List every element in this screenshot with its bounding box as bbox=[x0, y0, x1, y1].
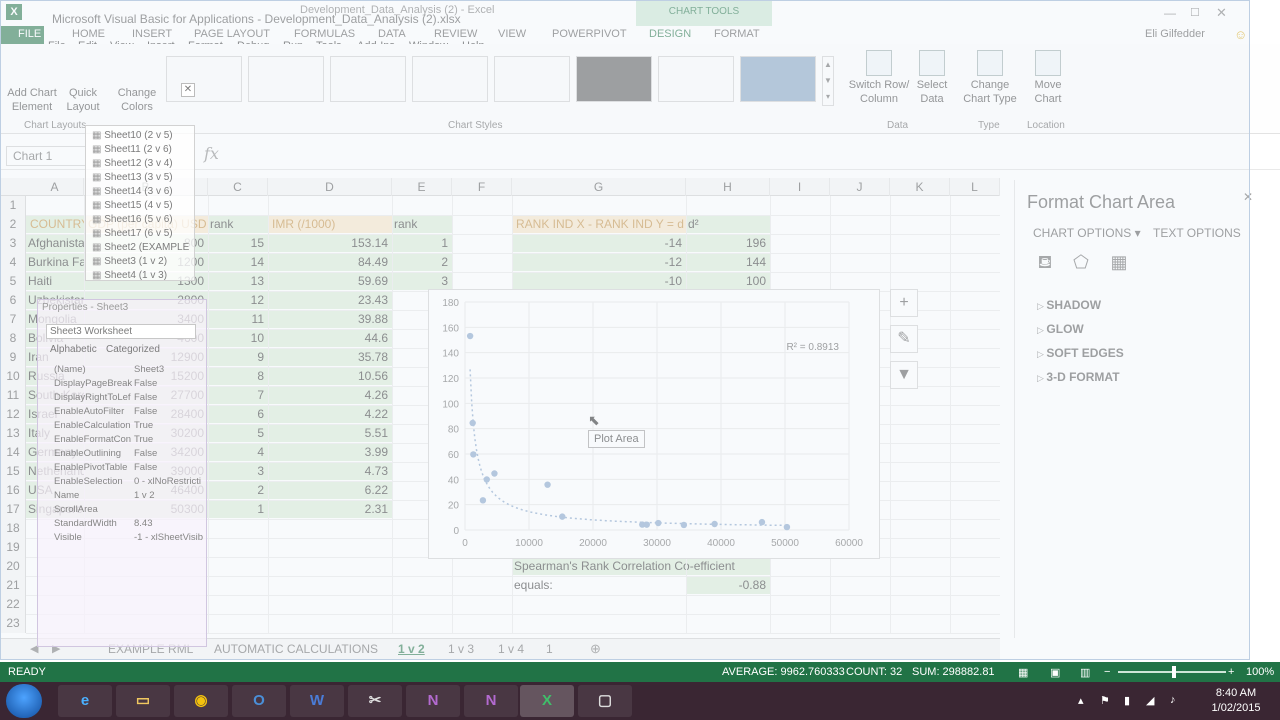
property-value[interactable]: False bbox=[134, 462, 157, 473]
property-name[interactable]: EnablePivotTable bbox=[54, 462, 127, 473]
project-item[interactable]: Sheet17 (6 v 5) bbox=[92, 228, 172, 239]
property-name[interactable]: EnableOutlining bbox=[54, 448, 121, 459]
props-tab-alphabetic[interactable]: Alphabetic bbox=[50, 344, 97, 355]
project-item[interactable]: Sheet10 (2 v 5) bbox=[92, 130, 172, 141]
property-name[interactable]: EnableCalculation bbox=[54, 420, 131, 431]
property-name[interactable]: StandardWidth bbox=[54, 518, 117, 529]
project-item[interactable]: Sheet12 (3 v 4) bbox=[92, 158, 172, 169]
taskbar-chrome-icon[interactable]: ◉ bbox=[174, 685, 228, 717]
property-value[interactable]: False bbox=[134, 448, 157, 459]
tray-volume-icon[interactable]: ♪ bbox=[1170, 694, 1176, 706]
property-value[interactable]: False bbox=[134, 378, 157, 389]
project-item[interactable]: Sheet11 (2 v 6) bbox=[92, 144, 172, 155]
property-name[interactable]: ScrollArea bbox=[54, 504, 98, 515]
property-value[interactable]: -1 - xlSheetVisib bbox=[134, 532, 203, 543]
property-name[interactable]: Name bbox=[54, 490, 79, 501]
status-sum: SUM: 298882.81 bbox=[912, 666, 995, 678]
project-item[interactable]: Sheet2 (EXAMPLE bbox=[92, 242, 189, 253]
property-value[interactable]: True bbox=[134, 420, 153, 431]
vba-properties-window[interactable]: Properties - Sheet3 Sheet3 Worksheet Alp… bbox=[37, 299, 207, 647]
property-value[interactable]: 8.43 bbox=[134, 518, 153, 529]
project-item[interactable]: Sheet3 (1 v 2) bbox=[92, 256, 167, 267]
normal-view-icon[interactable]: ▦ bbox=[1018, 666, 1028, 679]
status-count: COUNT: 32 bbox=[846, 666, 903, 678]
property-name[interactable]: Visible bbox=[54, 532, 82, 543]
zoom-level[interactable]: 100% bbox=[1246, 666, 1274, 678]
project-close-icon[interactable]: ✕ bbox=[181, 83, 195, 97]
property-name[interactable]: EnableFormatCon bbox=[54, 434, 131, 445]
taskbar-onenote-icon[interactable]: N bbox=[406, 685, 460, 717]
property-name[interactable]: DisplayRightToLef bbox=[54, 392, 131, 403]
taskbar-excel-icon[interactable]: X bbox=[520, 685, 574, 717]
taskbar-window-icon[interactable]: ▢ bbox=[578, 685, 632, 717]
zoom-in-icon[interactable]: + bbox=[1228, 666, 1234, 678]
project-item[interactable]: Sheet4 (1 v 3) bbox=[92, 270, 167, 281]
property-value[interactable]: False bbox=[134, 392, 157, 403]
taskbar-ie-icon[interactable]: e bbox=[58, 685, 112, 717]
taskbar-clock[interactable]: 8:40 AM 1/02/2015 bbox=[1196, 686, 1276, 716]
tray-battery-icon[interactable]: ▮ bbox=[1124, 694, 1130, 707]
props-title: Properties - Sheet3 bbox=[42, 302, 129, 313]
project-item[interactable]: Sheet13 (3 v 5) bbox=[92, 172, 172, 183]
status-ready: READY bbox=[8, 666, 46, 678]
property-value[interactable]: Sheet3 bbox=[134, 364, 164, 375]
property-value[interactable]: True bbox=[134, 434, 153, 445]
property-value[interactable]: 1 v 2 bbox=[134, 490, 155, 501]
tray-up-icon[interactable]: ▴ bbox=[1078, 694, 1084, 707]
status-bar: READY AVERAGE: 9962.760333 COUNT: 32 SUM… bbox=[0, 662, 1280, 682]
screen: X Microsoft Visual Basic for Application… bbox=[0, 0, 1280, 720]
property-name[interactable]: EnableSelection bbox=[54, 476, 123, 487]
property-name[interactable]: EnableAutoFilter bbox=[54, 406, 124, 417]
project-item[interactable]: Sheet14 (3 v 6) bbox=[92, 186, 172, 197]
project-item[interactable]: Sheet15 (4 v 5) bbox=[92, 200, 172, 211]
page-layout-view-icon[interactable]: ▣ bbox=[1050, 666, 1060, 679]
tray-network-icon[interactable]: ◢ bbox=[1146, 694, 1154, 707]
page-break-view-icon[interactable]: ▥ bbox=[1080, 666, 1090, 679]
zoom-slider-thumb[interactable] bbox=[1172, 666, 1176, 678]
property-value[interactable]: 0 - xlNoRestricti bbox=[134, 476, 201, 487]
status-average: AVERAGE: 9962.760333 bbox=[722, 666, 845, 678]
project-item[interactable]: Sheet16 (5 v 6) bbox=[92, 214, 172, 225]
taskbar-explorer-icon[interactable]: ▭ bbox=[116, 685, 170, 717]
vba-editor-window: Sheet10 (2 v 5) Sheet11 (2 v 6) Sheet12 (3… bbox=[0, 0, 1250, 660]
windows-taskbar: e ◉ ▭ O W ✂ N N X ▢ ▴ ⚑ ▮ ◢ ♪ 8:40 AM 1/… bbox=[0, 682, 1280, 720]
zoom-out-icon[interactable]: − bbox=[1104, 666, 1110, 678]
start-button-icon[interactable] bbox=[6, 684, 42, 718]
property-name[interactable]: (Name) bbox=[54, 364, 86, 375]
property-value[interactable]: False bbox=[134, 406, 157, 417]
props-tab-categorized[interactable]: Categorized bbox=[106, 344, 160, 355]
taskbar-snipping-icon[interactable]: ✂ bbox=[348, 685, 402, 717]
taskbar-onenote2-icon[interactable]: N bbox=[464, 685, 518, 717]
vba-project-explorer[interactable]: Sheet10 (2 v 5) Sheet11 (2 v 6) Sheet12 (3… bbox=[85, 125, 195, 281]
taskbar-outlook-icon[interactable]: O bbox=[232, 685, 286, 717]
props-object-select[interactable]: Sheet3 Worksheet bbox=[46, 324, 196, 339]
property-name[interactable]: DisplayPageBreak bbox=[54, 378, 132, 389]
taskbar-word-icon[interactable]: W bbox=[290, 685, 344, 717]
tray-flag-icon[interactable]: ⚑ bbox=[1100, 694, 1110, 707]
